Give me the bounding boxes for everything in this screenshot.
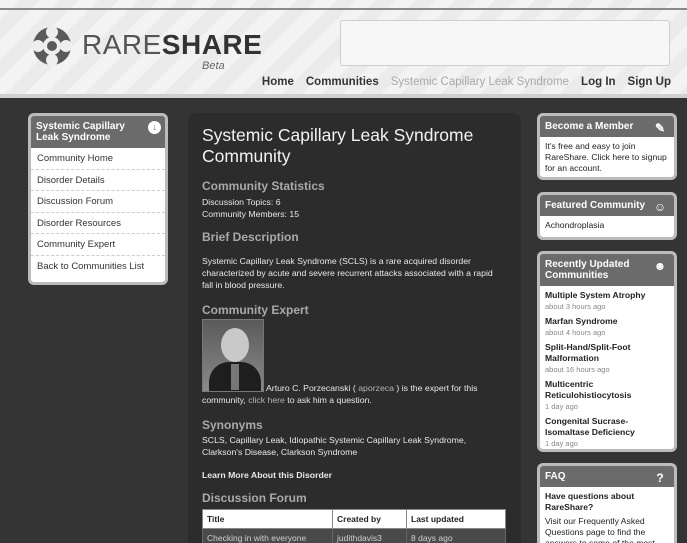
brief-heading: Brief Description (202, 230, 299, 244)
synonyms-text: SCLS, Capillary Leak, Idiopathic Systemi… (202, 435, 467, 457)
become-member-title: Become a Member (545, 121, 634, 132)
list-item[interactable]: Multiple System Atrophy about 3 hours ag… (545, 290, 669, 312)
featured-community-header: Featured Community ☺ (540, 195, 674, 216)
people-group-icon: ☻ (653, 259, 667, 273)
faq-text: Visit our Frequently Asked Questions pag… (545, 516, 655, 543)
community-sidebar: Systemic Capillary Leak Syndrome ↓ Commu… (28, 113, 168, 285)
expert-text-3: to ask him a question. (284, 395, 372, 405)
become-member-box[interactable]: Become a Member ✎ It's free and easy to … (537, 113, 677, 180)
sidebar-item-discussion-forum[interactable]: Discussion Forum (31, 191, 165, 213)
list-item[interactable]: Marfan Syndrome about 4 hours ago (545, 316, 669, 338)
community-link[interactable]: Multicentric Reticulohistiocytosis (545, 379, 669, 401)
ask-expert-link[interactable]: click here (248, 395, 285, 405)
list-item[interactable]: Congenital Sucrase-Isomaltase Deficiency… (545, 416, 669, 449)
sidebar-item-community-expert[interactable]: Community Expert (31, 234, 165, 256)
forum-row-updated: 8 days ago (406, 528, 506, 543)
community-link[interactable]: Split-Hand/Split-Foot Malformation (545, 342, 669, 364)
logo-wordmark-light: RARE (82, 29, 162, 60)
page-title: Systemic Capillary Leak Syndrome Communi… (202, 125, 474, 166)
question-icon: ? (656, 471, 664, 485)
nav-home[interactable]: Home (256, 76, 300, 94)
recently-updated-header: Recently Updated Communities ☻ (540, 254, 674, 286)
become-member-header: Become a Member ✎ (540, 116, 674, 137)
forum-table: Title Created by Last updated Checking i… (202, 509, 506, 543)
become-member-text: It's free and easy to join RareShare. Cl… (545, 141, 667, 173)
logo-wordmark-bold: SHARE (161, 29, 263, 60)
main-panel: Systemic Capillary Leak Syndrome Communi… (188, 113, 521, 543)
nav-signup[interactable]: Sign Up (622, 76, 677, 94)
community-timestamp: about 3 hours ago (545, 302, 606, 311)
faq-title: FAQ (545, 471, 566, 482)
brief-description: Systemic Capillary Leak Syndrome (SCLS) … (202, 256, 493, 290)
faq-body: Have questions about RareShare? Visit ou… (540, 487, 674, 543)
faq-question: Have questions about RareShare? (545, 491, 635, 512)
forum-row-title[interactable]: Checking in with everyone (202, 528, 333, 543)
forum-row-author[interactable]: judithdavis3 (332, 528, 407, 543)
site-header: RARESHARE Beta Home Communities Systemic… (0, 0, 687, 95)
forum-col-last-updated[interactable]: Last updated (406, 509, 506, 529)
nav-communities[interactable]: Communities (300, 76, 385, 94)
circle-arrow-down-icon[interactable]: ↓ (148, 121, 161, 134)
community-timestamp: 1 day ago (545, 439, 578, 448)
header-top-rule (0, 8, 687, 10)
forum-header-row: Title Created by Last updated (202, 509, 506, 529)
faq-header: FAQ ? (540, 466, 674, 487)
forum-col-created-by[interactable]: Created by (332, 509, 407, 529)
recently-updated-list: Multiple System Atrophy about 3 hours ag… (540, 286, 674, 449)
faq-box[interactable]: FAQ ? Have questions about RareShare? Vi… (537, 463, 677, 543)
community-link[interactable]: Marfan Syndrome (545, 316, 669, 327)
synonyms-heading: Synonyms (202, 418, 263, 432)
expert-username-link[interactable]: aporzeca (358, 383, 394, 393)
sidebar-item-disorder-details[interactable]: Disorder Details (31, 170, 165, 191)
sidebar-item-community-home[interactable]: Community Home (31, 148, 165, 170)
logo-beta-label: Beta (202, 60, 225, 72)
recently-updated-title: Recently Updated Communities (545, 259, 630, 281)
featured-community-box: Featured Community ☺ Achondroplasia (537, 192, 677, 240)
recently-updated-box: Recently Updated Communities ☻ Multiple … (537, 251, 677, 452)
community-link[interactable]: Congenital Sucrase-Isomaltase Deficiency (545, 416, 669, 438)
community-link[interactable]: Multiple System Atrophy (545, 290, 669, 301)
nav-login[interactable]: Log In (575, 76, 622, 94)
learn-more-link[interactable]: Learn More About this Disorder (202, 469, 332, 481)
forum-heading: Discussion Forum (202, 491, 307, 505)
community-timestamp: about 4 hours ago (545, 328, 606, 337)
nav-current-community[interactable]: Systemic Capillary Leak Syndrome (385, 76, 575, 94)
community-timestamp: about 16 hours ago (545, 365, 610, 374)
sidebar-item-back-to-list[interactable]: Back to Communities List (31, 256, 165, 278)
expert-photo-face (221, 328, 249, 362)
list-item[interactable]: Split-Hand/Split-Foot Malformation about… (545, 342, 669, 375)
logo-wordmark: RARESHARE (82, 29, 262, 61)
table-row[interactable]: Checking in with everyone judithdavis3 8… (202, 528, 506, 543)
sidebar-title: Systemic Capillary Leak Syndrome (36, 121, 125, 143)
stats-topics: Discussion Topics: 6 (202, 197, 281, 207)
expert-text-1: Arturo C. Porzecanski ( (266, 383, 359, 393)
sidebar-header[interactable]: Systemic Capillary Leak Syndrome ↓ (31, 116, 165, 148)
featured-community-link[interactable]: Achondroplasia (540, 216, 674, 235)
community-timestamp: 1 day ago (545, 402, 578, 411)
gear-logo-icon (32, 26, 72, 66)
banner-ad-area (340, 20, 670, 66)
forum-col-title[interactable]: Title (202, 509, 333, 529)
expert-heading: Community Expert (202, 303, 309, 317)
top-nav: Home Communities Systemic Capillary Leak… (256, 76, 677, 94)
sidebar-item-disorder-resources[interactable]: Disorder Resources (31, 213, 165, 234)
featured-community-title: Featured Community (545, 200, 646, 211)
sidebar-menu: Community Home Disorder Details Discussi… (31, 148, 165, 277)
list-item[interactable]: Multicentric Reticulohistiocytosis 1 day… (545, 379, 669, 412)
people-icon: ☺ (653, 200, 667, 214)
stats-heading: Community Statistics (202, 179, 325, 193)
pencil-note-icon: ✎ (654, 121, 666, 135)
site-logo[interactable]: RARESHARE Beta (30, 24, 262, 72)
expert-description: Arturo C. Porzecanski ( aporzeca ) is th… (202, 382, 506, 406)
stats-members: Community Members: 15 (202, 209, 300, 219)
